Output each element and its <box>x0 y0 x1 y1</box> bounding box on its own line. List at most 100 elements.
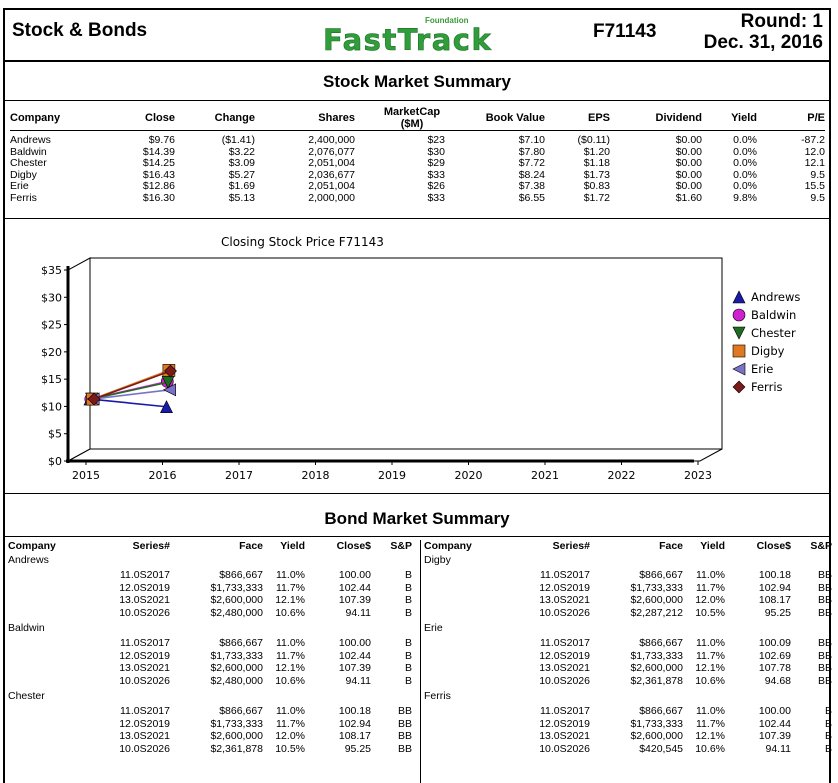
bond-cell: BB <box>397 730 412 742</box>
logo-main-text: FastTrack <box>323 23 492 56</box>
bond-company-name: Digby <box>424 554 451 566</box>
company-name: Andrews <box>10 134 51 146</box>
stock-row: Chester $14.25 $3.09 2,051,004 $29 $7.72 $1.18… <box>10 158 825 170</box>
bond-summary-title: Bond Market Summary <box>324 509 510 528</box>
bond-company-name: Baldwin <box>8 622 45 634</box>
stock-cell: $0.00 <box>675 134 702 146</box>
bond-cell: BB <box>817 637 832 649</box>
stock-cell: $1.72 <box>583 191 610 204</box>
stock-cell: 2,400,000 <box>308 134 355 146</box>
stock-cell: -87.2 <box>801 134 825 146</box>
x-tick-label: 2018 <box>302 469 330 482</box>
stock-cell: 0.0% <box>733 134 757 146</box>
bond-cell: BB <box>817 674 832 687</box>
chart-left-wall <box>67 257 91 462</box>
divider <box>3 100 831 101</box>
stock-cell: $33 <box>427 191 445 204</box>
x-tick-label: 2023 <box>684 469 712 482</box>
bond-cell: B <box>824 705 832 717</box>
chart-floor <box>67 448 723 462</box>
bond-cell: B <box>824 717 832 730</box>
stock-cell: 2,000,000 <box>308 191 355 204</box>
legend-marker-ferris <box>732 380 746 394</box>
x-tick-label: 2017 <box>225 469 253 482</box>
stock-col-header: Close <box>145 112 175 124</box>
stock-cell: ($0.11) <box>577 134 611 146</box>
legend-marker-baldwin <box>732 308 746 322</box>
bond-table-left: Company Series# Face Yield Close$ S&P Andrews 1… <box>0 540 420 780</box>
x-tick-label: 2019 <box>378 469 406 482</box>
stock-summary-title: Stock Market Summary <box>322 72 512 91</box>
chart-title: Closing Stock Price F71143 <box>221 235 384 249</box>
x-tick-label: 2020 <box>455 469 483 482</box>
y-tick-label: $30 <box>41 291 62 304</box>
bond-cell: BB <box>397 705 412 717</box>
stock-cell: $16.30 <box>142 191 175 204</box>
x-tick-label: 2021 <box>531 469 559 482</box>
stock-row: Ferris $16.30 $5.13 2,000,000 $33 $6.55 $1.72 $… <box>10 191 825 205</box>
bond-cell: BB <box>817 649 832 662</box>
x-tick-label: 2022 <box>608 469 636 482</box>
company-name: Ferris <box>10 191 37 204</box>
bond-cell: B <box>404 594 412 606</box>
bond-table-right: Company Series# Face Yield Close$ S&P Digby 11.… <box>420 540 838 780</box>
bond-company-name: Ferris <box>424 690 451 702</box>
stock-cell: $23 <box>427 134 445 146</box>
stock-table: Company Close Change Shares MarketCap ($M) Bo… <box>10 105 825 205</box>
chart-back-plane <box>89 257 723 450</box>
bond-cell: B <box>404 662 412 674</box>
stock-col-header: Yield <box>731 112 757 124</box>
legend-marker-digby <box>732 344 746 358</box>
bond-cell: B <box>824 730 832 742</box>
y-tick-label: $35 <box>41 264 62 277</box>
stock-cell: 9.5 <box>810 191 825 204</box>
bond-col-header: S&P <box>390 540 412 552</box>
bond-cell: BB <box>817 581 832 594</box>
legend-marker-erie <box>732 362 746 376</box>
legend-label: Chester <box>751 326 796 340</box>
bond-cell: BB <box>817 569 832 581</box>
stock-cell: 9.8% <box>733 191 757 204</box>
divider <box>3 536 831 537</box>
bond-col-header: S&P <box>810 540 832 552</box>
legend-label: Baldwin <box>751 308 796 322</box>
bond-cell: BB <box>397 742 412 755</box>
x-tick-label: 2016 <box>149 469 177 482</box>
legend-marker-chester <box>732 326 746 340</box>
fasttrack-logo: Foundation FastTrack <box>323 16 492 56</box>
stock-cell: $6.55 <box>518 191 545 204</box>
stock-col-header: EPS <box>587 112 610 124</box>
table-header-divider <box>10 130 825 131</box>
stock-row: Baldwin $14.39 $3.22 2,076,077 $30 $7.80 $1.20… <box>10 146 825 159</box>
stock-col-header: Company <box>10 112 61 124</box>
round-label: Round: 1 <box>740 11 823 32</box>
bond-cell: B <box>404 637 412 649</box>
divider <box>3 493 831 494</box>
stock-row: Erie $12.86 $1.69 2,051,004 $26 $7.38 $0.83 $0.… <box>10 181 825 193</box>
report-id: F71143 <box>593 21 657 42</box>
bond-company-name: Erie <box>424 622 443 634</box>
stock-col-header: Shares <box>318 112 355 124</box>
bond-cell: B <box>404 606 412 619</box>
bond-company-name: Chester <box>8 690 45 702</box>
bond-cell: BB <box>817 662 832 674</box>
legend-label: Digby <box>751 344 785 358</box>
stock-col-header: Book Value <box>485 112 545 124</box>
stock-col-header: Dividend <box>655 112 702 124</box>
stock-row: Digby $16.43 $5.27 2,036,677 $33 $8.24 $1.73 $0… <box>10 169 825 182</box>
bond-cell: BB <box>817 594 832 606</box>
stock-table-body: Andrews $9.76 ($1.41) 2,400,000 $23 $7.10 ($0.… <box>10 131 825 205</box>
stock-row: Andrews $9.76 ($1.41) 2,400,000 $23 $7.10 ($0.… <box>10 131 825 147</box>
legend-marker-andrews <box>732 290 746 304</box>
bond-cell: B <box>404 569 412 581</box>
y-tick-label: $0 <box>48 455 62 468</box>
stock-col-header: Change <box>214 112 255 124</box>
legend-label: Erie <box>751 362 773 376</box>
stock-cell: $7.10 <box>518 134 545 146</box>
x-tick-label: 2015 <box>72 469 100 482</box>
report-header: Stock & Bonds Foundation FastTrack F7114… <box>3 8 831 62</box>
legend-label: Ferris <box>751 380 783 394</box>
stock-cell: $9.76 <box>148 134 175 146</box>
bond-cell: B <box>404 674 412 687</box>
legend-label: Andrews <box>751 290 800 304</box>
